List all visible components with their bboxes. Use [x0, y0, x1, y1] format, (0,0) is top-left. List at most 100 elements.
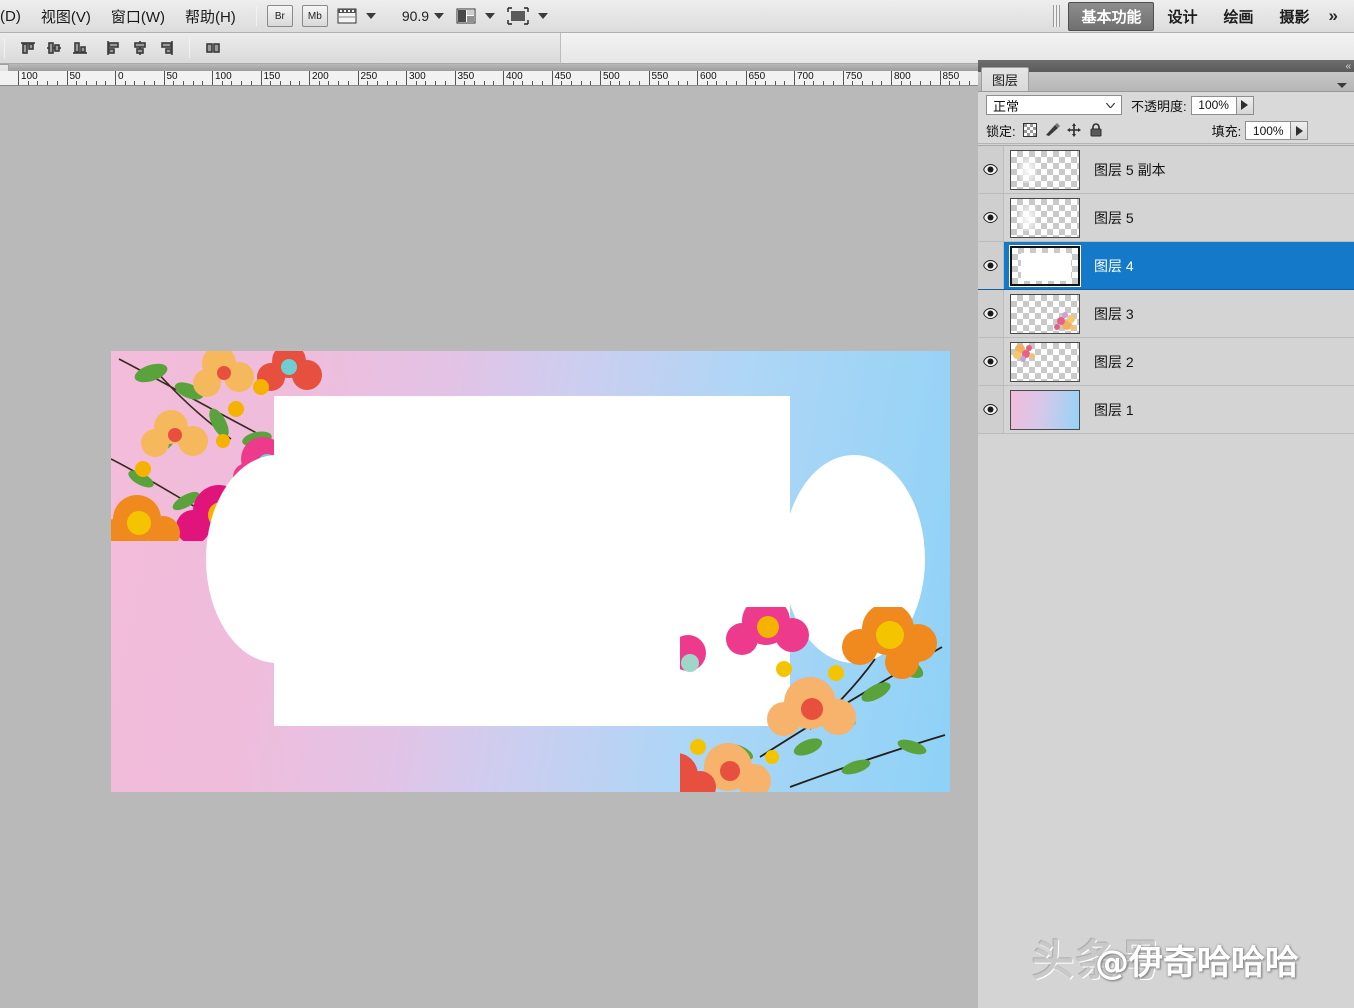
opacity-input[interactable]: 100% [1191, 96, 1237, 115]
fill-slider-button[interactable] [1291, 121, 1308, 140]
bridge-button[interactable]: Br [267, 5, 293, 27]
ruler-minor-tick [348, 81, 349, 85]
menu-item-window[interactable]: 窗口(W) [101, 3, 175, 30]
ruler-minor-tick [125, 81, 126, 85]
workspace-drag-handle[interactable] [1053, 5, 1060, 27]
ruler-minor-tick [319, 81, 320, 85]
collapse-panels-icon[interactable]: « [1345, 61, 1349, 72]
ruler-minor-tick [280, 81, 281, 85]
align-left-edges-icon[interactable] [103, 38, 125, 58]
layer-thumbnail[interactable] [1010, 342, 1080, 382]
ruler-minor-tick [590, 81, 591, 85]
layer-row[interactable]: 图层 2 [978, 338, 1354, 386]
ruler-minor-tick [726, 81, 727, 85]
ruler-minor-tick [678, 81, 679, 85]
ruler-minor-tick [299, 81, 300, 85]
ruler-minor-tick [28, 81, 29, 85]
layer-thumbnail[interactable] [1010, 294, 1080, 334]
lock-position-icon[interactable] [1067, 123, 1082, 138]
ruler-minor-tick [445, 81, 446, 85]
align-right-edges-icon[interactable] [155, 38, 177, 58]
layer-thumbnail[interactable] [1010, 246, 1080, 286]
layer-name[interactable]: 图层 4 [1094, 256, 1134, 276]
layer-thumbnail[interactable] [1010, 198, 1080, 238]
layer-visibility-toggle[interactable] [978, 290, 1004, 337]
layer-row[interactable]: 图层 1 [978, 386, 1354, 434]
align-bottom-edges-icon[interactable] [69, 38, 91, 58]
layer-visibility-toggle[interactable] [978, 194, 1004, 241]
view-extras-button[interactable] [337, 7, 357, 25]
layer-visibility-toggle[interactable] [978, 338, 1004, 385]
layer-name[interactable]: 图层 3 [1094, 304, 1134, 324]
menu-item-edit[interactable]: (D) [0, 5, 31, 28]
layer-row[interactable]: 图层 5 副本 [978, 146, 1354, 194]
layer-row[interactable]: 图层 5 [978, 194, 1354, 242]
ruler-minor-tick [639, 81, 640, 85]
horizontal-ruler[interactable]: 1005005010015020025030035040045050055060… [0, 71, 978, 86]
menu-divider [256, 6, 257, 26]
ruler-minor-tick [241, 81, 242, 85]
eye-visibility-icon [983, 404, 998, 415]
zoom-level-value[interactable]: 90.9 [402, 8, 429, 24]
ruler-minor-tick [687, 81, 688, 85]
layer-name[interactable]: 图层 2 [1094, 352, 1134, 372]
lock-image-pixels-icon[interactable] [1045, 123, 1060, 138]
watermark-user-text: @伊奇哈哈哈 [1095, 935, 1299, 984]
ruler-tick-label: 50 [165, 71, 178, 82]
ruler-minor-tick [969, 81, 970, 85]
arrange-documents-button[interactable] [456, 7, 476, 25]
dock-title-bar[interactable]: « [978, 60, 1354, 72]
align-top-edges-icon[interactable] [17, 38, 39, 58]
blend-mode-select[interactable]: 正常 [986, 95, 1122, 115]
workspace-tab-painting[interactable]: 绘画 [1211, 2, 1267, 31]
tab-layers[interactable]: 图层 [981, 67, 1029, 91]
layer-row[interactable]: 图层 3 [978, 290, 1354, 338]
panel-menu-icon[interactable] [1337, 83, 1347, 88]
arrange-chevron-down-icon[interactable] [485, 13, 495, 19]
layer-list[interactable]: 图层 5 副本图层 5 图层 4 图层 3 图层 2 图层 1 [978, 145, 1354, 1008]
ruler-minor-tick [474, 81, 475, 85]
thumbnail-art [1021, 253, 1071, 281]
layer-name[interactable]: 图层 5 副本 [1094, 160, 1166, 180]
layer-visibility-toggle[interactable] [978, 242, 1004, 289]
workspace-overflow-icon[interactable]: » [1323, 6, 1348, 26]
layer-visibility-toggle[interactable] [978, 146, 1004, 193]
align-horizontal-centers-icon[interactable] [129, 38, 151, 58]
menu-item-help[interactable]: 帮助(H) [175, 3, 246, 30]
screen-mode-button[interactable] [507, 7, 529, 25]
menu-bar: (D) 视图(V) 窗口(W) 帮助(H) Br Mb 90.9 [0, 0, 1354, 33]
ruler-tick-label: 0 [116, 71, 124, 82]
workspace-tab-essentials[interactable]: 基本功能 [1068, 2, 1154, 31]
layer-thumbnail[interactable] [1010, 390, 1080, 430]
opacity-slider-button[interactable] [1237, 96, 1254, 115]
artboard[interactable] [111, 351, 950, 792]
ruler-minor-tick [47, 81, 48, 85]
layer-name[interactable]: 图层 1 [1094, 400, 1134, 420]
layer-row[interactable]: 图层 4 [978, 242, 1354, 290]
layer-name[interactable]: 图层 5 [1094, 208, 1134, 228]
workspace-tab-design[interactable]: 设计 [1154, 2, 1210, 31]
view-extras-chevron-down-icon[interactable] [366, 13, 376, 19]
menu-item-view[interactable]: 视图(V) [31, 3, 101, 30]
zoom-chevron-down-icon[interactable] [434, 13, 444, 19]
ruler-minor-tick [173, 81, 174, 85]
layer-thumbnail[interactable] [1010, 150, 1080, 190]
photoshop-window: (D) 视图(V) 窗口(W) 帮助(H) Br Mb 90.9 [0, 0, 1354, 1008]
mini-bridge-button[interactable]: Mb [302, 5, 328, 27]
ruler-minor-tick [464, 81, 465, 85]
ruler-minor-tick [86, 81, 87, 85]
lock-all-icon[interactable] [1089, 123, 1104, 138]
canvas-area[interactable] [0, 86, 978, 1008]
thumbnail-art [1011, 295, 1079, 333]
screen-mode-chevron-down-icon[interactable] [538, 13, 548, 19]
layer-visibility-toggle[interactable] [978, 386, 1004, 433]
eye-visibility-icon [983, 260, 998, 271]
ruler-minor-tick [804, 81, 805, 85]
lock-transparent-pixels-icon[interactable] [1023, 123, 1038, 138]
ruler-minor-tick [513, 81, 514, 85]
align-vertical-centers-icon[interactable] [43, 38, 65, 58]
fill-input[interactable]: 100% [1245, 121, 1291, 140]
options-drag-handle[interactable] [4, 38, 5, 58]
distribute-icon[interactable] [202, 38, 224, 58]
workspace-tab-photography[interactable]: 摄影 [1267, 2, 1323, 31]
